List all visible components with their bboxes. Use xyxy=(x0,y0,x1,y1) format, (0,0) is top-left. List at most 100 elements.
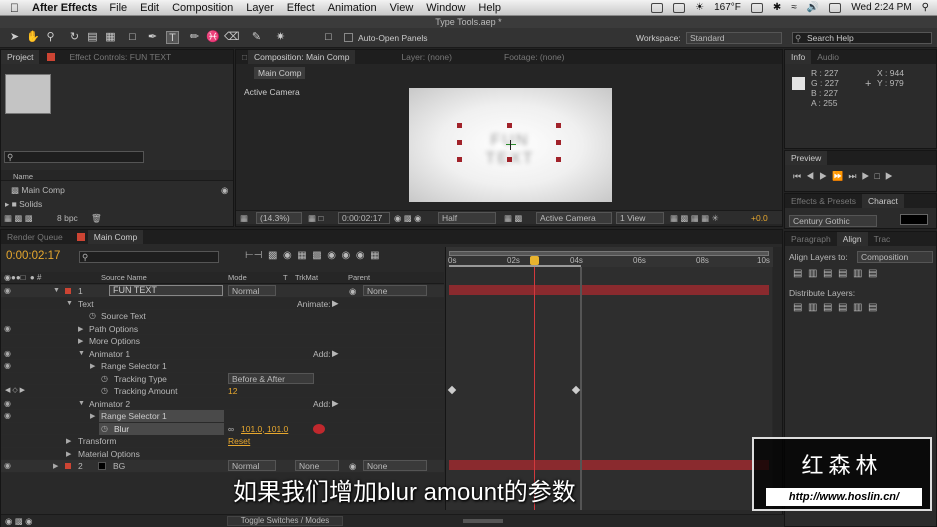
expand-triangle-icon[interactable]: ▶ xyxy=(78,325,83,333)
label-color-icon[interactable] xyxy=(65,463,71,469)
layer-name-field[interactable]: FUN TEXT xyxy=(109,285,223,296)
snapshot-icon[interactable]: ◉ ▩ ◉ xyxy=(394,213,422,224)
expand-triangle-icon[interactable]: ▼ xyxy=(78,350,85,357)
clone-stamp-tool-icon[interactable]: ♓ xyxy=(206,31,220,44)
expand-triangle-icon[interactable]: ▶ xyxy=(66,437,71,445)
animate-label[interactable]: Animate: xyxy=(297,299,331,309)
prop-path-options[interactable]: ◉ ▶ Path Options xyxy=(1,323,444,335)
visibility-icon[interactable]: ◉ xyxy=(4,286,11,295)
comp-breadcrumb[interactable]: Main Comp xyxy=(254,67,306,79)
menu-animation[interactable]: Animation xyxy=(328,2,377,14)
time-ruler[interactable]: 0s 02s 04s 06s 08s 10s xyxy=(446,247,773,267)
pan-behind-tool-icon[interactable]: ▦ xyxy=(104,31,117,44)
always-preview-icon[interactable]: ▦ xyxy=(240,213,248,224)
add-label[interactable]: Add: xyxy=(313,349,331,359)
type-tool-icon[interactable]: T xyxy=(166,31,179,44)
prop-transform[interactable]: ▶ Transform Reset xyxy=(1,435,444,448)
visibility-icon[interactable]: ◉ xyxy=(4,349,11,358)
tab-composition[interactable]: Composition: Main Comp xyxy=(248,50,356,64)
layer-parent-dropdown[interactable]: None xyxy=(363,285,427,296)
tab-audio[interactable]: Audio xyxy=(811,50,845,64)
reset-link[interactable]: Reset xyxy=(228,436,250,446)
layer-name[interactable]: BG xyxy=(113,461,125,471)
battery-icon[interactable] xyxy=(829,2,842,13)
prop-tracking-type[interactable]: ◷ Tracking Type Before & After xyxy=(1,372,444,385)
tab-info[interactable]: Info xyxy=(785,50,812,64)
visibility-icon[interactable]: ◉ xyxy=(4,399,11,408)
comp-timecode[interactable]: 0:00:02:17 xyxy=(338,212,390,224)
tab-layer[interactable]: Layer: (none) xyxy=(395,50,458,64)
playhead-icon[interactable] xyxy=(530,256,539,265)
align-target-dropdown[interactable]: Composition xyxy=(857,251,933,263)
menu-app-name[interactable]: After Effects xyxy=(32,2,97,14)
tracking-type-dropdown[interactable]: Before & After xyxy=(228,372,314,384)
stopwatch-icon[interactable]: ◷ xyxy=(101,374,108,383)
prop-animator-1[interactable]: ◉ ▼ Animator 1 Add: ▶ xyxy=(1,348,444,360)
project-item-solids[interactable]: ▸ ■ Solids xyxy=(5,199,42,210)
brush-tool-icon[interactable]: ✏ xyxy=(188,31,201,44)
spotlight-icon[interactable]: ⚲ xyxy=(922,2,929,13)
layer-row-fun-text[interactable]: ◉ ▼ 1 FUN TEXT Normal ◉ None xyxy=(1,285,444,298)
expand-triangle-icon[interactable]: ▶ xyxy=(53,462,58,470)
layer-parent-dropdown[interactable]: None xyxy=(363,460,427,471)
prop-range-selector-2[interactable]: ◉ ▶ Range Selector 1 xyxy=(1,410,444,423)
prop-tracking-amount[interactable]: ◀ ◇ ▶ ◷ Tracking Amount 12 xyxy=(1,385,444,398)
expand-triangle-icon[interactable]: ▶ xyxy=(90,412,95,420)
prop-more-options[interactable]: ▶ More Options xyxy=(1,335,444,348)
tab-render-queue[interactable]: Render Queue xyxy=(1,230,69,244)
temperature-icon[interactable]: ☀ xyxy=(695,2,704,13)
layer-mode-dropdown[interactable]: Normal xyxy=(228,285,276,296)
add-label[interactable]: Add: xyxy=(313,399,331,409)
menu-effect[interactable]: Effect xyxy=(287,2,315,14)
auto-open-checkbox[interactable] xyxy=(344,33,353,42)
comp-viewer[interactable]: FUN TEXT xyxy=(409,88,612,202)
menu-composition[interactable]: Composition xyxy=(172,2,233,14)
selection-tool-icon[interactable]: ➤ xyxy=(8,31,21,44)
zoom-dropdown[interactable]: (14.3%) xyxy=(256,212,302,224)
exposure-value[interactable]: +0.0 xyxy=(751,213,768,223)
visibility-icon[interactable]: ◉ xyxy=(4,411,11,420)
menu-file[interactable]: File xyxy=(109,2,127,14)
layer-bar-fun-text[interactable] xyxy=(449,285,769,295)
temperature-readout[interactable]: 167°F xyxy=(714,2,741,13)
view-options-icons[interactable]: ▦ ▩ ▦ ▦ ✳ xyxy=(670,213,719,224)
timeline-timecode[interactable]: 0:00:02:17 xyxy=(6,250,60,262)
menu-window[interactable]: Window xyxy=(426,2,465,14)
display-status-icon[interactable] xyxy=(673,2,686,13)
menu-view[interactable]: View xyxy=(390,2,414,14)
layer-bar-bg[interactable] xyxy=(449,460,769,470)
tab-effects-presets[interactable]: Effects & Presets xyxy=(785,194,862,208)
expand-triangle-icon[interactable]: ▼ xyxy=(53,287,60,294)
resolution-dropdown[interactable]: Half xyxy=(438,212,496,224)
prop-range-selector-1[interactable]: ◉ ▶ Range Selector 1 xyxy=(1,360,444,373)
prop-animator-2[interactable]: ◉ ▼ Animator 2 Add: ▶ xyxy=(1,398,444,410)
workspace-grid-icon[interactable]: □ xyxy=(322,31,335,44)
prop-material-options[interactable]: ▶ Material Options xyxy=(1,448,444,460)
project-search-input[interactable] xyxy=(4,151,144,163)
add-menu-icon[interactable]: ▶ xyxy=(332,348,339,359)
timeline-search-input[interactable] xyxy=(79,251,219,263)
prop-text[interactable]: ▼ Text Animate: ▶ xyxy=(1,298,444,310)
zoom-tool-icon[interactable]: ⚲ xyxy=(44,31,57,44)
lock-icon[interactable]: □ xyxy=(236,50,248,64)
expand-triangle-icon[interactable]: ▶ xyxy=(66,450,71,458)
label-color-icon[interactable] xyxy=(65,288,71,294)
preview-controls[interactable]: ⏮ ◀ ▶ ⏩ ⏭ ▶ □ ▶ xyxy=(793,171,893,182)
tab-effect-controls[interactable]: Effect Controls: FUN TEXT xyxy=(63,50,177,64)
apple-icon[interactable]:  xyxy=(10,2,24,14)
font-dropdown[interactable]: Century Gothic xyxy=(789,215,877,227)
keyframe-icon[interactable] xyxy=(447,385,457,395)
tab-preview[interactable]: Preview xyxy=(785,151,828,165)
align-buttons[interactable]: ▤ ▥ ▤ ▤ ▥ ▤ xyxy=(793,268,877,279)
puppet-tool-icon[interactable]: ✷ xyxy=(274,31,287,44)
timeline-switch-icons[interactable]: ⊢⊣ ▩ ◉ ▦ ▩ ◉ ◉ ◉ ▦ xyxy=(245,250,380,261)
visibility-icon[interactable]: ◉ xyxy=(4,361,11,370)
project-item-main-comp[interactable]: ▩ Main Comp xyxy=(11,185,65,196)
volume-icon[interactable]: 🔊 xyxy=(807,2,819,13)
distribute-buttons[interactable]: ▤ ▥ ▤ ▤ ▥ ▤ xyxy=(793,302,877,313)
tab-project[interactable]: Project xyxy=(1,50,40,64)
camera-status-icon[interactable] xyxy=(651,2,664,13)
views-dropdown[interactable]: 1 View xyxy=(616,212,664,224)
blur-value[interactable]: 101.0, 101.0 xyxy=(241,424,288,434)
flowchart-icon[interactable]: ◉ xyxy=(221,185,228,196)
